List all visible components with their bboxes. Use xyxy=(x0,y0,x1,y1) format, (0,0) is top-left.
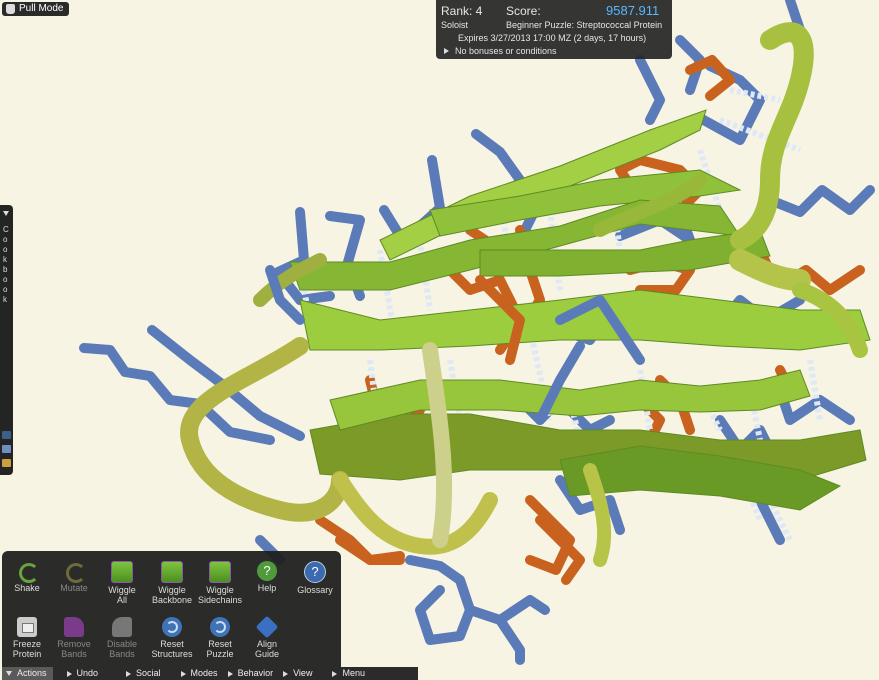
rank-label: Rank: 4 xyxy=(441,4,483,18)
puzzle-name: Beginner Puzzle: Streptococcal Protein xyxy=(506,20,663,30)
menu-menu[interactable]: Menu xyxy=(328,667,371,680)
reset-structures-label: Reset xyxy=(160,639,184,649)
menu-modes-label: Modes xyxy=(190,668,218,678)
wiggle-all-icon xyxy=(111,561,133,583)
shake-label: Shake xyxy=(14,583,40,593)
player-type: Soloist xyxy=(441,20,469,30)
reset-icon xyxy=(162,617,182,637)
align-guide-icon xyxy=(255,615,279,639)
collapse-arrow-icon[interactable] xyxy=(3,211,9,216)
menu-menu-label: Menu xyxy=(342,668,365,678)
bonuses-text: No bonuses or conditions xyxy=(455,46,557,56)
disable-bands-button[interactable]: Disable Bands xyxy=(97,617,147,659)
mutate-icon xyxy=(64,561,86,583)
cookbook-label: Cookbook xyxy=(3,225,9,304)
freeze-protein-label: Freeze xyxy=(12,639,41,649)
menu-social-label: Social xyxy=(136,668,161,678)
bottom-menu-bar: Actions Undo Social Modes Behavior View … xyxy=(2,667,418,680)
caret-right-icon xyxy=(180,670,186,677)
wiggle-sidechains-label: Wiggle xyxy=(206,585,234,595)
disable-bands-icon xyxy=(112,617,132,637)
caret-down-icon xyxy=(6,671,12,676)
wiggle-all-button[interactable]: Wiggle All xyxy=(97,561,147,605)
expires-text: Expires 3/27/2013 17:00 MZ (2 days, 17 h… xyxy=(458,33,647,43)
menu-behavior[interactable]: Behavior xyxy=(224,667,280,680)
mutate-label: Mutate xyxy=(60,583,88,593)
wiggle-backbone-label: Wiggle xyxy=(158,585,186,595)
help-button[interactable]: ? Help xyxy=(242,561,292,593)
wiggle-backbone-icon xyxy=(161,561,183,583)
align-guide-label: Guide xyxy=(254,649,280,659)
mutate-button[interactable]: Mutate xyxy=(49,561,99,593)
remove-bands-label: Bands xyxy=(61,649,87,659)
freeze-protein-button[interactable]: Freeze Protein xyxy=(2,617,52,659)
recipe-icon[interactable] xyxy=(2,459,11,467)
menu-view-label: View xyxy=(293,668,313,678)
remove-bands-button[interactable]: Remove Bands xyxy=(49,617,99,659)
wiggle-sidechains-button[interactable]: Wiggle Sidechains xyxy=(195,561,245,605)
bonuses-toggle[interactable]: No bonuses or conditions xyxy=(444,46,557,56)
freeze-protein-label: Protein xyxy=(12,649,42,659)
hand-icon xyxy=(6,4,15,14)
recipe-icon[interactable] xyxy=(2,445,11,453)
menu-actions[interactable]: Actions xyxy=(2,667,53,680)
align-guide-label: Align xyxy=(256,639,277,649)
reset-structures-button[interactable]: Reset Structures xyxy=(147,617,197,659)
pull-mode-toggle[interactable]: Pull Mode xyxy=(2,2,70,16)
reset-puzzle-button[interactable]: Reset Puzzle xyxy=(195,617,245,659)
disable-bands-label: Bands xyxy=(109,649,135,659)
menu-view[interactable]: View xyxy=(279,667,318,680)
caret-right-icon xyxy=(227,670,233,677)
recipe-icon[interactable] xyxy=(2,431,11,439)
menu-undo[interactable]: Undo xyxy=(63,667,105,680)
glossary-icon: ? xyxy=(304,561,326,583)
actions-panel: Shake Mutate Wiggle All Wiggle Backbone … xyxy=(2,551,341,667)
caret-right-icon xyxy=(66,670,72,677)
reset-puzzle-label: Puzzle xyxy=(206,649,234,659)
wiggle-all-label: All xyxy=(116,595,127,605)
help-icon: ? xyxy=(257,561,277,581)
wiggle-backbone-button[interactable]: Wiggle Backbone xyxy=(147,561,197,605)
wiggle-sidechains-icon xyxy=(209,561,231,583)
menu-modes[interactable]: Modes xyxy=(177,667,224,680)
lock-icon xyxy=(17,617,37,637)
score-value: 9587.911 xyxy=(606,3,660,18)
wiggle-backbone-label: Backbone xyxy=(151,595,193,605)
expand-triangle-icon xyxy=(444,48,449,54)
caret-right-icon xyxy=(332,670,338,677)
score-panel: Rank: 4 Score: 9587.911 Soloist Beginner… xyxy=(436,0,672,59)
wiggle-sidechains-label: Sidechains xyxy=(197,595,243,605)
menu-behavior-label: Behavior xyxy=(237,668,274,678)
glossary-label: Glossary xyxy=(297,585,333,595)
shake-icon xyxy=(17,561,39,583)
caret-right-icon xyxy=(126,670,132,677)
wiggle-all-label: Wiggle xyxy=(108,585,136,595)
remove-bands-icon xyxy=(64,617,84,637)
shake-button[interactable]: Shake xyxy=(2,561,52,593)
caret-right-icon xyxy=(283,670,289,677)
menu-social[interactable]: Social xyxy=(122,667,167,680)
cookbook-panel[interactable]: Cookbook xyxy=(0,205,13,475)
remove-bands-label: Remove xyxy=(57,639,91,649)
reset-puzzle-label: Reset xyxy=(208,639,232,649)
menu-actions-label: Actions xyxy=(17,668,47,678)
reset-icon xyxy=(210,617,230,637)
menu-undo-label: Undo xyxy=(76,668,99,678)
disable-bands-label: Disable xyxy=(106,639,137,649)
score-label: Score: xyxy=(506,4,541,18)
help-label: Help xyxy=(257,583,277,593)
align-guide-button[interactable]: Align Guide xyxy=(242,615,292,659)
reset-structures-label: Structures xyxy=(151,649,193,659)
pull-mode-label: Pull Mode xyxy=(19,3,64,14)
glossary-button[interactable]: ? Glossary xyxy=(290,561,340,595)
